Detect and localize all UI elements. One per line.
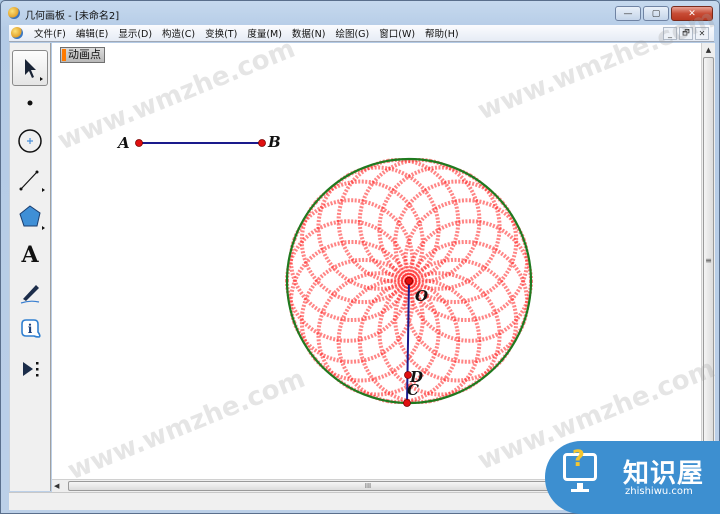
question-icon: ? [572,447,585,472]
badge-brand: 知识屋 [623,459,705,489]
menu-help[interactable]: 帮助(H) [420,26,464,40]
menu-measure[interactable]: 度量(M) [242,26,287,40]
monitor-base [571,489,589,492]
label-o[interactable]: O [415,287,428,305]
menu-file[interactable]: 文件(F) [29,26,71,40]
scroll-left-arrow[interactable]: ◀ [54,480,66,492]
text-a-icon: A [21,242,39,268]
label-b[interactable]: B [267,133,281,151]
badge-site: zhishiwu.com [625,486,693,497]
doc-minimize-button[interactable]: _ [663,27,677,40]
maximize-button[interactable]: ▢ [643,6,669,21]
pentagon-icon [19,205,45,230]
toolbox: A i [9,43,51,491]
menu-construct[interactable]: 构造(C) [157,26,200,40]
doc-close-button[interactable]: ✕ [695,27,709,40]
point-tool[interactable] [12,85,48,121]
sketch-canvas[interactable]: 动画点 A B O D C [52,43,701,479]
label-a[interactable]: A [116,134,130,152]
menu-edit[interactable]: 编辑(E) [71,26,113,40]
point-c[interactable] [403,399,411,407]
play-more-icon [23,362,39,377]
polygon-tool[interactable] [12,199,48,235]
close-button[interactable]: ✕ [671,6,713,21]
arrow-icon [25,59,43,81]
point-icon [27,100,33,106]
app-logo-icon [8,7,20,19]
scroll-up-arrow[interactable]: ▲ [702,43,715,57]
doc-restore-button[interactable]: 🗗 [679,27,693,40]
zhishiwu-badge: ? 知识屋 zhishiwu.com [545,441,720,514]
svg-text:i: i [28,322,33,336]
menu-bar: 文件(F) 编辑(E) 显示(D) 构造(C) 变换(T) 度量(M) 数据(N… [9,25,714,42]
custom-tool[interactable] [12,351,48,387]
segment-icon [19,170,45,192]
app-window: 几何画板 - [未命名2] — ▢ ✕ 文件(F) 编辑(E) 显示(D) 构造… [0,0,720,514]
info-bubble-icon: i [21,319,41,338]
menu-display[interactable]: 显示(D) [113,26,157,40]
menu-window[interactable]: 窗口(W) [374,26,420,40]
window-title: 几何画板 - [未命名2] [25,11,120,22]
geometry-drawing: A B O D C [116,133,533,407]
point-o[interactable] [405,277,413,285]
marker-tool[interactable] [12,275,48,311]
label-c[interactable]: C [407,381,419,399]
marker-pen-icon [20,285,40,304]
point-b[interactable] [258,139,266,147]
menu-transform[interactable]: 变换(T) [200,26,242,40]
vertical-scrollbar[interactable]: ▲ ≡ [701,43,715,479]
document-icon[interactable] [11,27,23,39]
menu-data[interactable]: 数据(N) [287,26,331,40]
title-bar: 几何画板 - [未命名2] — ▢ ✕ [1,1,719,25]
vertical-scroll-thumb[interactable]: ≡ [703,57,714,463]
arrow-select-tool[interactable] [12,50,48,86]
menu-graph[interactable]: 绘图(G) [330,26,374,40]
compass-tool[interactable] [12,123,48,159]
straightedge-tool[interactable] [12,161,48,197]
point-a[interactable] [135,139,143,147]
text-tool[interactable]: A [12,237,48,273]
information-tool[interactable]: i [12,313,48,349]
minimize-button[interactable]: — [615,6,641,21]
circle-icon [18,129,42,153]
